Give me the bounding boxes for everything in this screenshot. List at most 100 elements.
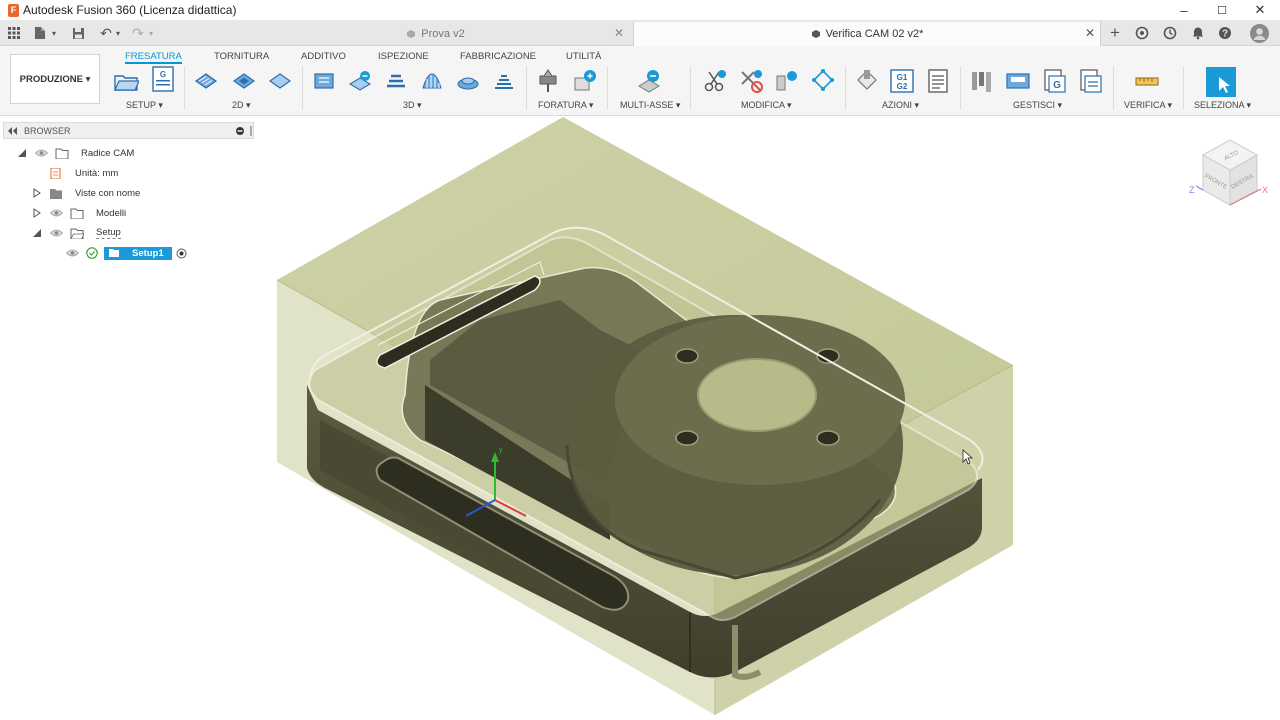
undo-dropdown-icon[interactable]: ▾ <box>110 25 126 41</box>
file-menu-dropdown-icon[interactable]: ▾ <box>46 25 62 41</box>
tree-item-modelli[interactable]: Modelli <box>32 204 126 222</box>
group-label-foratura[interactable]: FORATURA ▾ <box>538 100 593 111</box>
group-label-azioni[interactable]: AZIONI ▾ <box>882 100 919 111</box>
nc-program-icon[interactable]: G <box>150 66 176 92</box>
save-icon[interactable] <box>70 25 86 41</box>
tab-tornitura[interactable]: TORNITURA <box>214 49 269 64</box>
delete-toolpath-icon[interactable] <box>738 68 764 94</box>
tab-fabbricazione[interactable]: FABBRICAZIONE <box>460 49 536 64</box>
tab-prova-v2[interactable]: Prova v2 <box>238 22 633 46</box>
measure-icon[interactable] <box>1134 68 1160 94</box>
pattern-icon[interactable] <box>774 68 800 94</box>
tree-label-units: Unità: mm <box>75 167 119 179</box>
tab-label: Prova v2 <box>421 28 465 40</box>
3d-parallel-icon[interactable] <box>419 68 445 94</box>
2d-adaptive-icon[interactable] <box>193 68 219 94</box>
tool-library-icon[interactable] <box>969 68 995 94</box>
3d-scallop-icon[interactable] <box>455 68 481 94</box>
fusion360-window: F Autodesk Fusion 360 (Licenza didattica… <box>0 0 1280 720</box>
setup-folder-icon <box>70 228 84 239</box>
notifications-icon[interactable] <box>1190 25 1206 41</box>
tree-item-viste-con-nome[interactable]: Viste con nome <box>32 184 140 202</box>
minimize-button[interactable]: – <box>1166 0 1202 20</box>
setup1-selected-label[interactable]: Setup1 <box>104 246 172 260</box>
3d-pocket-icon[interactable] <box>347 68 373 94</box>
group-label-modifica[interactable]: MODIFICA ▾ <box>741 100 792 111</box>
visibility-eye-icon[interactable] <box>50 229 63 237</box>
group-label-multi-asse[interactable]: MULTI-ASSE ▾ <box>620 100 680 111</box>
template-library-icon[interactable] <box>1077 68 1103 94</box>
2d-face-icon[interactable] <box>267 68 293 94</box>
tree-label-setup1: Setup1 <box>132 247 164 259</box>
group-label-verifica[interactable]: VERIFICA ▾ <box>1124 100 1172 111</box>
drill-icon[interactable] <box>535 68 561 94</box>
post-process-icon[interactable]: G1G2 <box>889 68 915 94</box>
nc-program-glyph: G <box>160 70 166 79</box>
ribbon-toolbar: FRESATURA TORNITURA ADDITIVO ISPEZIONE F… <box>0 46 1280 116</box>
tab-fresatura[interactable]: FRESATURA <box>125 49 182 64</box>
2d-pocket-icon[interactable] <box>231 68 257 94</box>
user-avatar-icon[interactable] <box>1249 23 1269 43</box>
new-tab-icon[interactable]: + <box>1107 23 1123 42</box>
tab-utilita[interactable]: UTILITÀ <box>566 49 601 64</box>
close-tab-verifica-icon[interactable]: ✕ <box>1085 26 1095 40</box>
window-title: Autodesk Fusion 360 (Licenza didattica) <box>23 3 237 17</box>
machine-library-icon[interactable] <box>1005 68 1031 94</box>
browser-options-icon[interactable] <box>236 127 244 135</box>
svg-text:G: G <box>1053 80 1061 91</box>
group-label-2d[interactable]: 2D ▾ <box>232 100 251 111</box>
tree-label-radice-cam: Radice CAM <box>81 147 135 159</box>
multi-axis-icon[interactable] <box>636 68 662 94</box>
setup-icon <box>109 249 119 257</box>
tree-item-setup[interactable]: Setup <box>32 224 121 242</box>
expanded-triangle-icon[interactable] <box>32 228 42 238</box>
group-separator <box>690 66 691 110</box>
tab-additivo[interactable]: ADDITIVO <box>301 49 346 64</box>
3d-horizontal-icon[interactable] <box>383 68 409 94</box>
new-setup-folder-icon[interactable] <box>113 68 139 94</box>
visibility-eye-icon[interactable] <box>66 249 79 257</box>
collapsed-triangle-icon[interactable] <box>32 188 42 198</box>
data-panel-grid-icon[interactable] <box>6 25 22 41</box>
browser-pin-icon[interactable] <box>250 126 252 136</box>
scissors-icon[interactable] <box>702 68 728 94</box>
close-tab-prova-icon[interactable]: ✕ <box>614 26 624 40</box>
3d-contour-icon[interactable] <box>491 68 517 94</box>
simulate-icon[interactable] <box>854 68 880 94</box>
group-label-seleziona[interactable]: SELEZIONA ▾ <box>1194 100 1251 111</box>
group-label-gestisci[interactable]: GESTISCI ▾ <box>1013 100 1062 111</box>
group-label-setup[interactable]: SETUP ▾ <box>126 100 163 111</box>
help-icon[interactable]: ? <box>1217 25 1233 41</box>
redo-dropdown-icon[interactable]: ▾ <box>143 25 159 41</box>
tree-item-radice-cam[interactable]: Radice CAM <box>17 144 134 162</box>
collapse-browser-icon[interactable] <box>8 127 17 135</box>
tab-verifica-cam[interactable]: Verifica CAM 02 v2* <box>633 22 1101 46</box>
group-separator <box>526 66 527 110</box>
design-doc-icon <box>407 30 416 38</box>
tree-item-units[interactable]: Unità: mm <box>49 164 118 182</box>
extensions-icon[interactable] <box>1134 25 1150 41</box>
3d-adaptive-icon[interactable] <box>311 68 337 94</box>
activate-setup-radio-icon[interactable] <box>176 248 187 259</box>
visibility-eye-icon[interactable] <box>50 209 63 217</box>
hole-recognition-icon[interactable] <box>572 68 598 94</box>
tab-ispezione[interactable]: ISPEZIONE <box>378 49 429 64</box>
svg-text:?: ? <box>1222 29 1228 40</box>
workspace-switcher-button[interactable]: PRODUZIONE ▾ <box>10 54 100 104</box>
models-folder-icon <box>70 208 84 219</box>
close-window-button[interactable]: ✕ <box>1242 0 1278 20</box>
viewcube-axis-z: Z <box>1189 185 1195 195</box>
visibility-eye-icon[interactable] <box>35 149 48 157</box>
tree-item-setup1[interactable]: Setup1 <box>66 244 187 262</box>
browser-panel: BROWSER Radice CAM Unità: mm Viste con n… <box>3 122 254 272</box>
collapsed-triangle-icon[interactable] <box>32 208 42 218</box>
maximize-button[interactable]: ☐ <box>1204 0 1240 20</box>
manual-nc-icon[interactable] <box>810 68 836 94</box>
post-library-icon[interactable]: G <box>1041 68 1067 94</box>
select-icon[interactable] <box>1205 66 1237 98</box>
setup-sheet-icon[interactable] <box>925 68 951 94</box>
expanded-triangle-icon[interactable] <box>17 148 27 158</box>
group-label-3d[interactable]: 3D ▾ <box>403 100 422 111</box>
view-cube[interactable]: ALTO FRONTE DESTRA X Z <box>1185 135 1270 215</box>
job-status-icon[interactable] <box>1162 25 1178 41</box>
